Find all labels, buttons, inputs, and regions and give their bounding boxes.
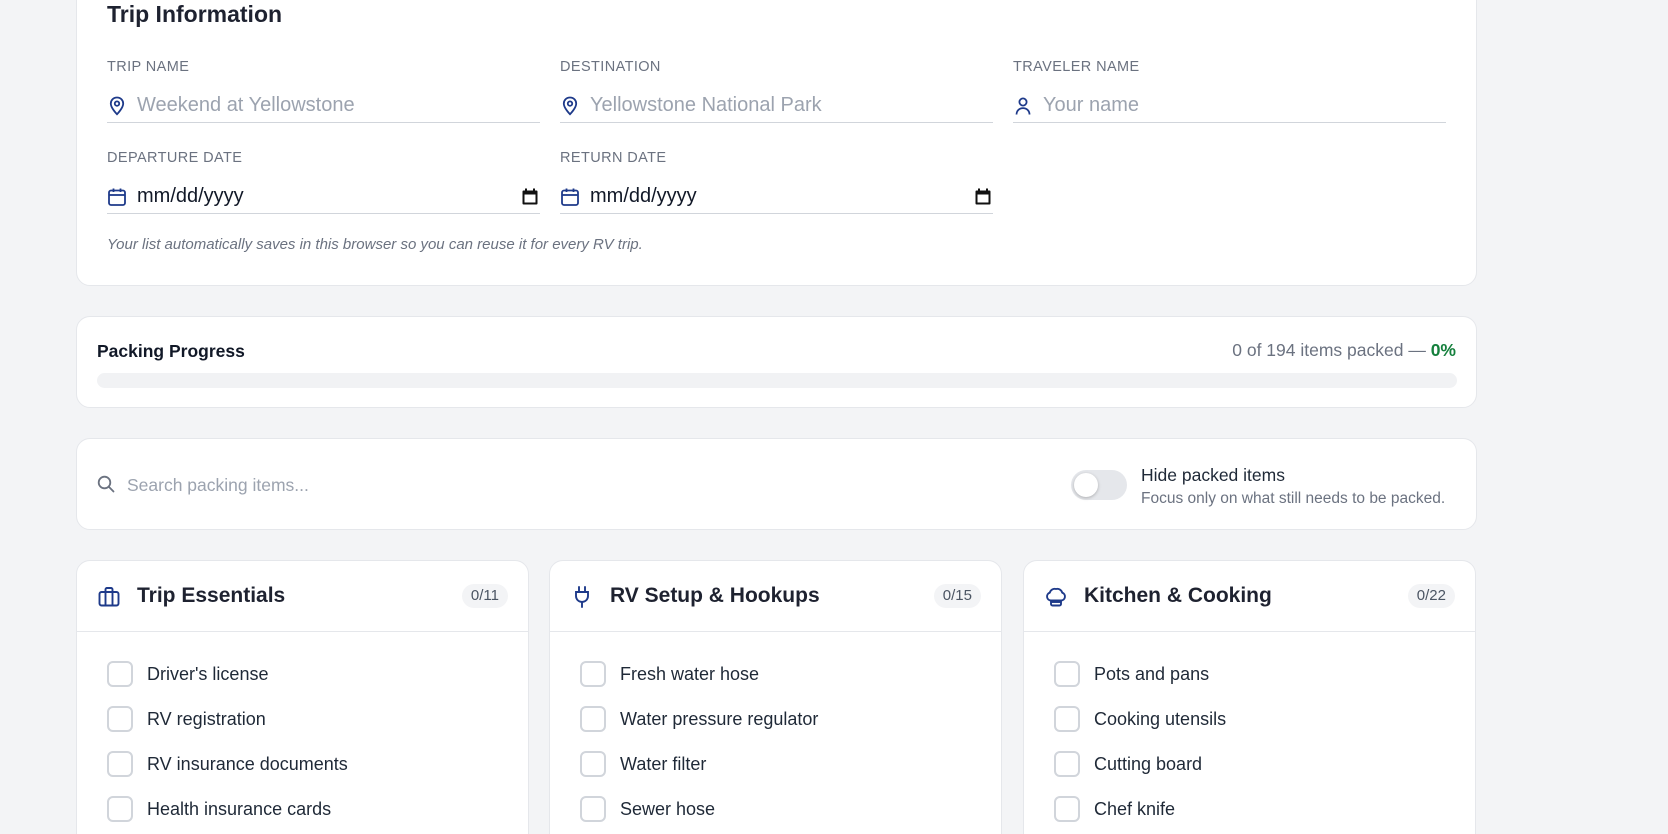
item-label: Cooking utensils [1094,708,1227,729]
category-title: Trip Essentials [137,584,286,607]
list-item[interactable]: RV insurance documents [107,750,348,778]
category-count-badge: 0/11 [461,584,508,608]
hide-packed-toggle[interactable] [1071,470,1127,500]
item-checkbox[interactable] [107,706,133,732]
item-label: Water pressure regulator [620,708,819,729]
traveler-name-input-wrapper [1013,89,1446,123]
item-checkbox[interactable] [580,796,606,822]
list-item[interactable]: Cutting board [1054,750,1202,778]
destination-label: DESTINATION [560,59,661,75]
list-item[interactable]: Fresh water hose [580,660,759,688]
list-item[interactable]: Health insurance cards [107,795,331,823]
traveler-name-input[interactable] [1043,94,1446,117]
section-title: Trip Information [107,1,283,27]
item-checkbox[interactable] [107,661,133,687]
item-checkbox[interactable] [1054,796,1080,822]
progress-percent: 0% [1430,340,1456,360]
item-checkbox[interactable] [580,661,606,687]
item-label: Cutting board [1094,753,1203,774]
search-filter-card: Hide packed items Focus only on what sti… [76,438,1477,530]
item-checkbox[interactable] [1054,661,1080,687]
map-pin-icon [560,96,580,116]
item-label: Health insurance cards [147,798,332,819]
category-title: RV Setup & Hookups [610,584,820,607]
list-item[interactable]: Chef knife [1054,795,1175,823]
return-date-field: RETURN DATE mm/dd/yyyy [560,150,993,214]
departure-date-field: DEPARTURE DATE mm/dd/yyyy [107,150,540,214]
progress-title: Packing Progress [97,341,245,361]
map-pin-icon [107,96,127,116]
hide-packed-label: Hide packed items [1141,465,1285,485]
briefcase-icon [97,585,121,609]
departure-date-label: DEPARTURE DATE [107,150,243,166]
search-icon [97,475,115,498]
calendar-picker-icon[interactable] [973,187,993,207]
list-item[interactable]: Driver's license [107,660,268,688]
category-card-rv-setup: RV Setup & Hookups 0/15 Fresh water hose… [549,560,1002,834]
list-item[interactable]: Water filter [580,750,706,778]
item-label: Pots and pans [1094,663,1210,684]
destination-input[interactable] [590,94,993,117]
list-item[interactable]: Sewer hose [580,795,715,823]
search-input[interactable] [127,471,1027,499]
traveler-name-field: TRAVELER NAME [1013,59,1446,123]
item-label: Driver's license [147,663,269,684]
item-label: Chef knife [1094,798,1176,819]
destination-field: DESTINATION [560,59,993,123]
trip-name-input[interactable] [137,94,540,117]
calendar-icon [107,187,127,207]
return-date-input[interactable]: mm/dd/yyyy [560,180,993,214]
category-card-kitchen-cooking: Kitchen & Cooking 0/22 Pots and pans Coo… [1023,560,1476,834]
item-checkbox[interactable] [107,751,133,777]
category-title: Kitchen & Cooking [1084,584,1272,607]
item-label: Fresh water hose [620,663,760,684]
category-count-badge: 0/15 [933,584,981,608]
user-icon [1013,96,1033,116]
trip-name-label: TRIP NAME [107,59,190,75]
item-label: Water filter [620,753,707,774]
trip-name-input-wrapper [107,89,540,123]
calendar-icon [560,187,580,207]
departure-date-input[interactable]: mm/dd/yyyy [107,180,540,214]
plug-icon [570,585,594,609]
category-count-badge: 0/22 [1407,584,1455,608]
progress-summary: 0 of 194 items packed — 0% [1232,340,1456,361]
category-header[interactable]: Kitchen & Cooking 0/22 [1024,561,1475,632]
progress-bar [97,373,1457,388]
list-item[interactable]: RV registration [107,705,266,733]
autosave-note: Your list automatically saves in this br… [107,236,643,253]
return-date-label: RETURN DATE [560,150,667,166]
calendar-picker-icon[interactable] [520,187,540,207]
trip-information-card: Trip Information TRIP NAME DESTINATION T… [76,0,1477,286]
item-checkbox[interactable] [107,796,133,822]
return-date-value: mm/dd/yyyy [590,185,697,207]
progress-count-text: 0 of 194 items packed — [1232,340,1431,360]
list-item[interactable]: Water pressure regulator [580,705,818,733]
hide-packed-description: Focus only on what still needs to be pac… [1141,490,1446,507]
item-checkbox[interactable] [1054,751,1080,777]
destination-input-wrapper [560,89,993,123]
category-header[interactable]: RV Setup & Hookups 0/15 [550,561,1001,632]
packing-progress-card: Packing Progress 0 of 194 items packed —… [76,316,1477,408]
category-card-trip-essentials: Trip Essentials 0/11 Driver's license RV… [76,560,529,834]
departure-date-value: mm/dd/yyyy [137,185,244,207]
item-label: RV registration [147,708,266,729]
item-checkbox[interactable] [1054,706,1080,732]
list-item[interactable]: Cooking utensils [1054,705,1226,733]
item-checkbox[interactable] [580,751,606,777]
item-checkbox[interactable] [580,706,606,732]
item-label: RV insurance documents [147,753,348,774]
list-item[interactable]: Pots and pans [1054,660,1209,688]
toggle-knob [1074,473,1098,497]
item-label: Sewer hose [620,798,716,819]
trip-name-field: TRIP NAME [107,59,540,123]
chef-hat-icon [1044,585,1068,609]
traveler-name-label: TRAVELER NAME [1013,59,1140,75]
category-header[interactable]: Trip Essentials 0/11 [77,561,528,632]
